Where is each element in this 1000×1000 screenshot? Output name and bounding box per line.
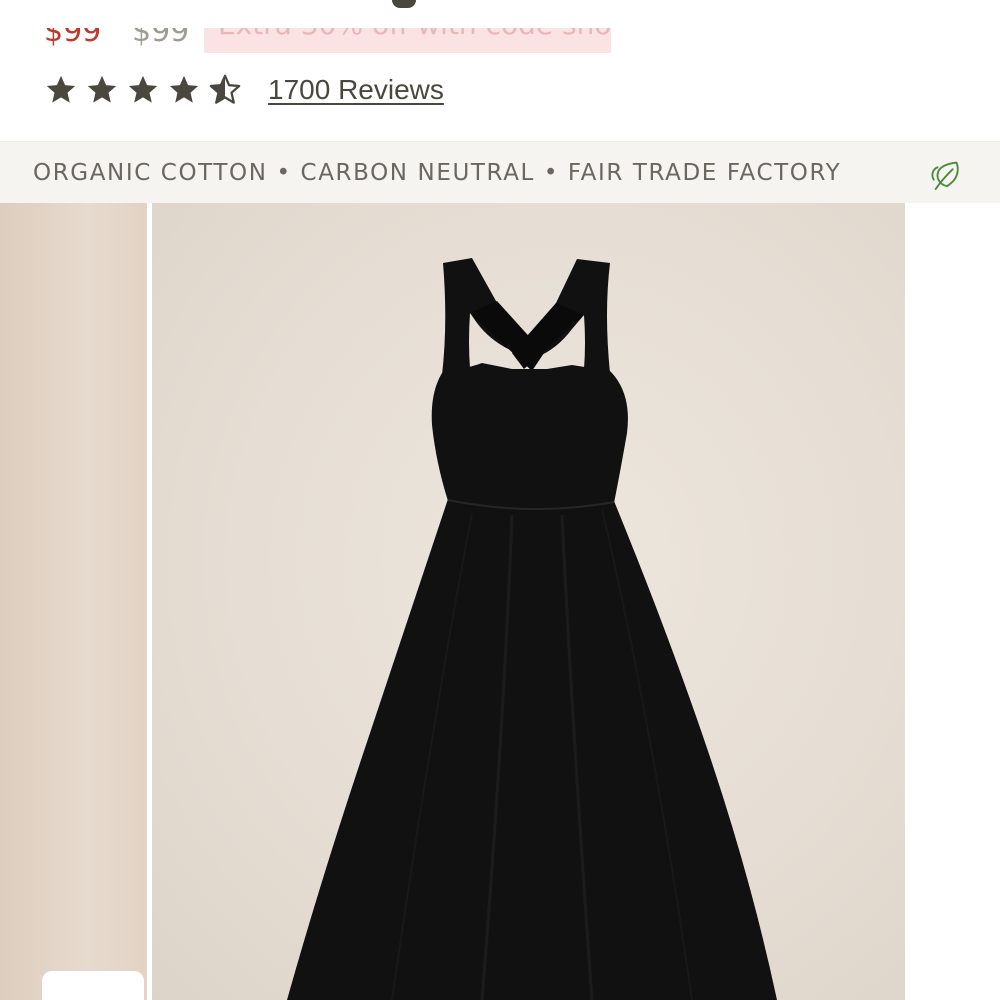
star-full-icon — [87, 75, 117, 103]
sustainability-banner: ORGANIC COTTON • CARBON NEUTRAL • FAIR T… — [0, 141, 1000, 203]
gallery-thumbnail-button[interactable] — [42, 971, 144, 1000]
star-full-icon — [46, 75, 76, 103]
sale-price: $99 — [44, 28, 102, 49]
reviews-link[interactable]: 1700 Reviews — [268, 74, 444, 106]
rating-row: 1700 Reviews — [44, 68, 444, 112]
promo-banner: Extra 30% off with code shopping — [204, 28, 611, 53]
black-dress-image — [287, 258, 777, 1000]
gallery-thumbnail[interactable] — [0, 203, 147, 1000]
main-product-image[interactable] — [152, 203, 905, 1000]
star-half-icon — [209, 74, 241, 104]
original-price: $99 — [132, 28, 190, 49]
product-gallery[interactable] — [0, 203, 1000, 1000]
product-title-fragment — [392, 0, 416, 8]
sustainability-text: ORGANIC COTTON • CARBON NEUTRAL • FAIR T… — [33, 159, 842, 186]
leaf-icon — [931, 161, 959, 191]
star-rating — [44, 73, 242, 107]
price-row: $99 $99 Extra 30% off with code shopping — [44, 28, 624, 54]
star-full-icon — [169, 75, 199, 103]
promo-text: Extra 30% off with code shopping — [218, 28, 611, 41]
star-full-icon — [128, 75, 158, 103]
